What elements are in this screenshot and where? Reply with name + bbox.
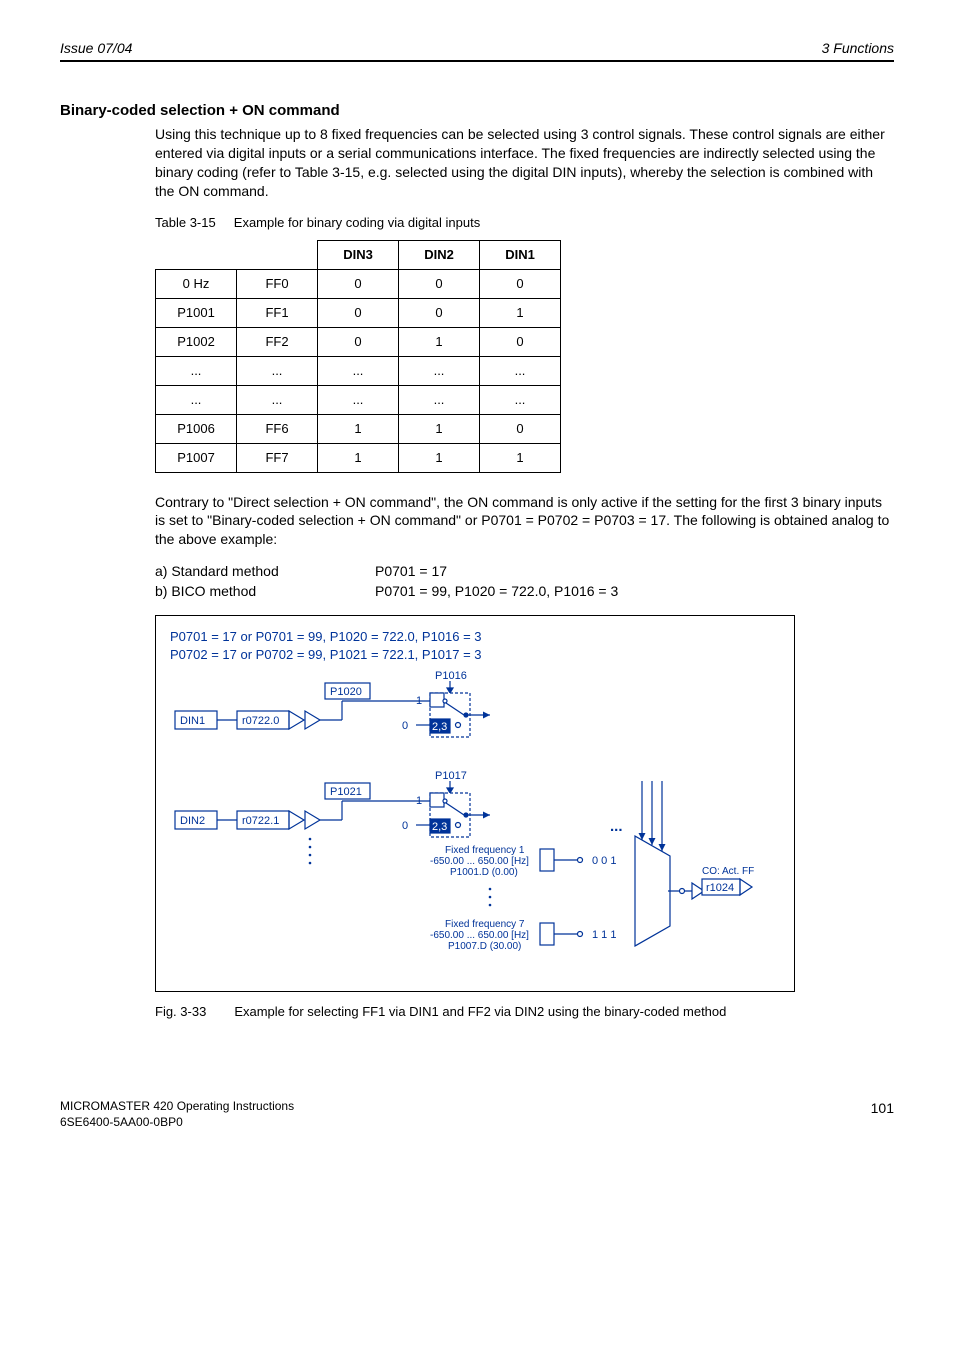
- cell: FF1: [237, 298, 318, 327]
- cell: P1006: [156, 414, 237, 443]
- din1-label: DIN1: [180, 715, 205, 727]
- cell: 0 Hz: [156, 269, 237, 298]
- cell: 1: [318, 443, 399, 472]
- cell: 1: [399, 443, 480, 472]
- paragraph-2: Contrary to "Direct selection + ON comma…: [155, 493, 894, 550]
- col-din1: DIN1: [480, 240, 561, 269]
- ff1-line1: Fixed frequency 1: [445, 845, 525, 856]
- figure-caption-text: Example for selecting FF1 via DIN1 and F…: [234, 1004, 894, 1019]
- diagram-cfg-line-1: P0701 = 17 or P0701 = 99, P1020 = 722.0,…: [170, 628, 780, 646]
- cell: P1007: [156, 443, 237, 472]
- ff7-line1: Fixed frequency 7: [445, 919, 525, 930]
- method-a-value: P0701 = 17: [375, 563, 894, 579]
- p1020-label: P1020: [330, 686, 362, 698]
- method-b-label: b) BICO method: [155, 583, 375, 599]
- cell: 1: [480, 298, 561, 327]
- bico-diagram-svg: DIN1 r0722.0 P1020 P1016 1: [170, 671, 780, 981]
- r0722-1-label: r0722.1: [242, 815, 279, 827]
- p1021-label: P1021: [330, 786, 362, 798]
- ff7-line3: P1007.D (30.00): [448, 941, 521, 952]
- cell: ...: [399, 385, 480, 414]
- figure-caption: Fig. 3-33 Example for selecting FF1 via …: [155, 1004, 894, 1019]
- table-row: P1002 FF2 0 1 0: [156, 327, 561, 356]
- ff7-line2: -650.00 ... 650.00 [Hz]: [430, 930, 529, 941]
- table-row: P1007 FF7 1 1 1: [156, 443, 561, 472]
- din2-label: DIN2: [180, 815, 205, 827]
- r0722-0-label: r0722.0: [242, 715, 279, 727]
- p1016-label: P1016: [435, 671, 467, 682]
- cell: FF0: [237, 269, 318, 298]
- table-header-row: DIN3 DIN2 DIN1: [156, 240, 561, 269]
- table-caption: Table 3-15 Example for binary coding via…: [155, 215, 894, 230]
- header-left: Issue 07/04: [60, 40, 132, 56]
- cell: ...: [318, 356, 399, 385]
- diagram-cfg-line-2: P0702 = 17 or P0702 = 99, P1021 = 722.1,…: [170, 646, 780, 664]
- table-row: ... ... ... ... ...: [156, 385, 561, 414]
- r1024-label: r1024: [706, 882, 734, 894]
- co-act-ff: CO: Act. FF: [702, 866, 754, 877]
- table-row: ... ... ... ... ...: [156, 356, 561, 385]
- intro-paragraph: Using this technique up to 8 fixed frequ…: [155, 125, 894, 201]
- cell: 0: [480, 269, 561, 298]
- cell: 0: [480, 327, 561, 356]
- sel-111: 1 1 1: [592, 929, 616, 941]
- figure-number: Fig. 3-33: [155, 1004, 206, 1019]
- ff1-line2: -650.00 ... 650.00 [Hz]: [430, 856, 529, 867]
- sel-zero-2: 0: [402, 820, 408, 832]
- binary-coding-table: DIN3 DIN2 DIN1 0 Hz FF0 0 0 0 P1001 FF1 …: [155, 240, 561, 473]
- footer-line2: 6SE6400-5AA00-0BP0: [60, 1115, 894, 1131]
- cell: FF2: [237, 327, 318, 356]
- diagram-container: P0701 = 17 or P0701 = 99, P1020 = 722.0,…: [155, 615, 795, 992]
- ff1-line3: P1001.D (0.00): [450, 867, 518, 878]
- col-din3: DIN3: [318, 240, 399, 269]
- diagram-config: P0701 = 17 or P0701 = 99, P1020 = 722.0,…: [170, 628, 780, 663]
- table-blank: [156, 240, 237, 269]
- table-row: P1006 FF6 1 1 0: [156, 414, 561, 443]
- cell: ...: [237, 356, 318, 385]
- col-din2: DIN2: [399, 240, 480, 269]
- page-number: 101: [871, 1099, 894, 1117]
- cell: 1: [399, 414, 480, 443]
- cell: 1: [399, 327, 480, 356]
- table-caption-text: Example for binary coding via digital in…: [234, 215, 480, 230]
- dots: ...: [610, 818, 623, 835]
- cell: FF7: [237, 443, 318, 472]
- page-footer: 101 MICROMASTER 420 Operating Instructio…: [60, 1099, 894, 1130]
- section-title: Binary-coded selection + ON command: [60, 102, 894, 119]
- sel-23-2: 2,3: [432, 821, 447, 833]
- method-a-label: a) Standard method: [155, 563, 375, 579]
- page-header: Issue 07/04 3 Functions: [60, 40, 894, 62]
- cell: 0: [318, 269, 399, 298]
- cell: ...: [156, 385, 237, 414]
- cell: 1: [318, 414, 399, 443]
- footer-line1: MICROMASTER 420 Operating Instructions: [60, 1099, 894, 1115]
- cell: FF6: [237, 414, 318, 443]
- methods-list: a) Standard method P0701 = 17 b) BICO me…: [155, 563, 894, 599]
- table-row: 0 Hz FF0 0 0 0: [156, 269, 561, 298]
- table-blank: [237, 240, 318, 269]
- table-number: Table 3-15: [155, 215, 216, 230]
- cell: 1: [480, 443, 561, 472]
- cell: ...: [399, 356, 480, 385]
- cell: 0: [399, 298, 480, 327]
- header-right: 3 Functions: [822, 40, 894, 56]
- cell: 0: [399, 269, 480, 298]
- cell: 0: [318, 298, 399, 327]
- sel-zero: 0: [402, 720, 408, 732]
- cell: 0: [480, 414, 561, 443]
- table-row: P1001 FF1 0 0 1: [156, 298, 561, 327]
- cell: ...: [156, 356, 237, 385]
- cell: ...: [480, 356, 561, 385]
- sel-001: 0 0 1: [592, 855, 616, 867]
- cell: ...: [480, 385, 561, 414]
- sel-23: 2,3: [432, 721, 447, 733]
- diagram-outer-box: P0701 = 17 or P0701 = 99, P1020 = 722.0,…: [155, 615, 795, 992]
- cell: P1002: [156, 327, 237, 356]
- cell: P1001: [156, 298, 237, 327]
- cell: ...: [237, 385, 318, 414]
- method-b-value: P0701 = 99, P1020 = 722.0, P1016 = 3: [375, 583, 894, 599]
- cell: 0: [318, 327, 399, 356]
- cell: ...: [318, 385, 399, 414]
- p1017-label: P1017: [435, 770, 467, 782]
